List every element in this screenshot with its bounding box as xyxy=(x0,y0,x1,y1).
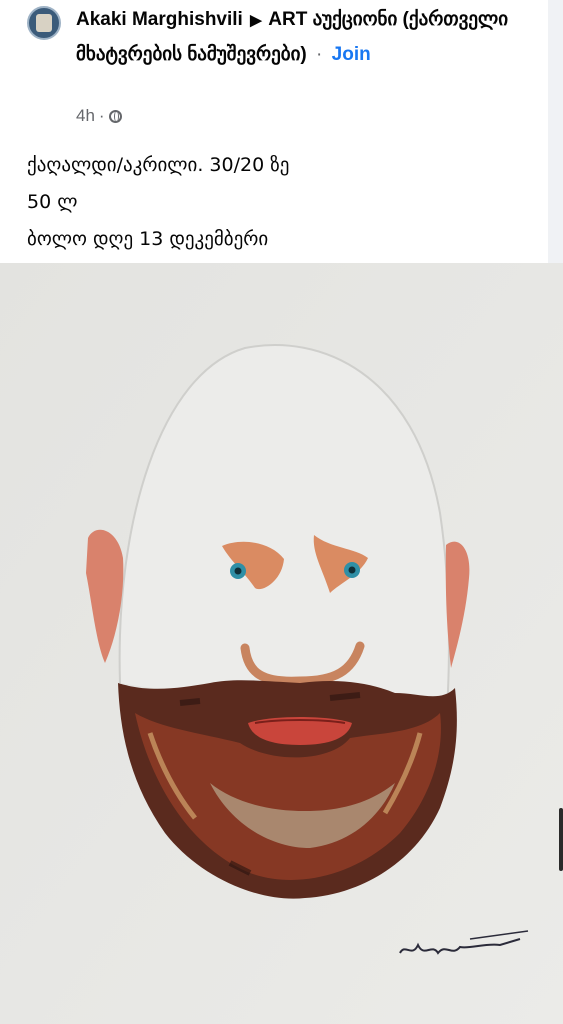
join-button[interactable]: Join xyxy=(332,44,371,65)
feed-post: Akaki Marghishvili ▶ ART აუქციონი (ქართვ… xyxy=(0,0,563,1024)
body-line: ქაღალდი/აკრილი. 30/20 ზე xyxy=(27,154,290,176)
post-photo[interactable] xyxy=(0,263,563,1024)
author-name[interactable]: Akaki Marghishvili xyxy=(76,9,243,30)
arrow-icon: ▶ xyxy=(250,12,262,29)
group-avatar[interactable] xyxy=(27,6,61,40)
post-body: ქაღალდი/აკრილი. 30/20 ზე 50 ლ ბოლო დღე 1… xyxy=(27,147,289,258)
body-line: ბოლო დღე 13 დეკემბერი xyxy=(27,228,269,250)
portrait-painting xyxy=(0,263,563,1024)
body-line: 50 ლ xyxy=(27,191,78,213)
globe-icon xyxy=(108,109,122,123)
post-time[interactable]: 4h xyxy=(76,106,95,126)
post-header: Akaki Marghishvili ▶ ART აუქციონი (ქართვ… xyxy=(0,0,548,263)
post-title: Akaki Marghishvili ▶ ART აუქციონი (ქართვ… xyxy=(76,3,536,72)
avatar-image-icon xyxy=(36,14,52,32)
separator-dot: · xyxy=(316,44,323,65)
scroll-indicator[interactable] xyxy=(559,808,563,871)
feed-background xyxy=(548,0,563,263)
time-separator: · xyxy=(98,106,105,125)
post-meta: 4h · xyxy=(76,106,122,126)
